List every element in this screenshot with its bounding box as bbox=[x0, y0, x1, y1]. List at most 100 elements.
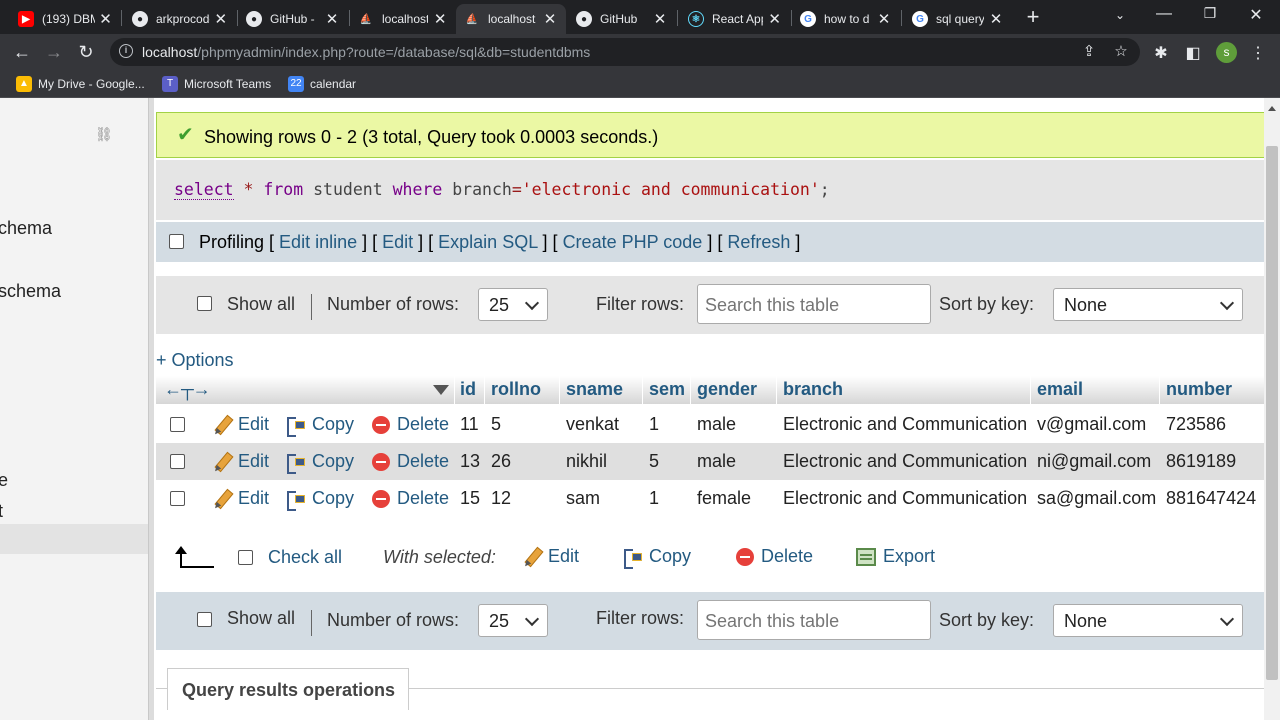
cell-sem[interactable]: 1 bbox=[649, 488, 659, 509]
cell-gender[interactable]: female bbox=[697, 488, 751, 509]
bookmark-my-drive[interactable]: ▲ My Drive - Google... bbox=[16, 76, 145, 92]
row-delete-button[interactable]: Delete bbox=[372, 414, 449, 435]
create-php-code-link[interactable]: Create PHP code bbox=[563, 232, 703, 252]
new-tab-button[interactable]: + bbox=[1022, 6, 1044, 28]
show-all-checkbox[interactable] bbox=[197, 612, 212, 627]
rows-select[interactable]: 25 bbox=[478, 604, 548, 637]
column-branch[interactable]: branch bbox=[783, 379, 843, 400]
column-gender[interactable]: gender bbox=[697, 379, 757, 400]
close-icon[interactable]: ✕ bbox=[99, 10, 112, 28]
bookmark-calendar[interactable]: 22 calendar bbox=[288, 76, 356, 92]
rows-select[interactable]: 25 bbox=[478, 288, 548, 321]
minimize-button[interactable]: — bbox=[1154, 5, 1174, 23]
tab-react-app[interactable]: ⚛ React App ✕ bbox=[680, 4, 790, 34]
reload-button[interactable]: ↻ bbox=[76, 42, 96, 62]
edit-inline-link[interactable]: Edit inline bbox=[279, 232, 357, 252]
show-all-label[interactable]: Show all bbox=[227, 608, 295, 629]
panel-resizer[interactable] bbox=[148, 98, 154, 720]
cell-sem[interactable]: 5 bbox=[649, 451, 659, 472]
close-icon[interactable]: ✕ bbox=[324, 10, 340, 28]
row-delete-button[interactable]: Delete bbox=[372, 451, 449, 472]
close-window-button[interactable]: ✕ bbox=[1246, 5, 1266, 25]
bookmark-star-icon[interactable]: ☆ bbox=[1112, 42, 1130, 60]
nav-item[interactable]: e bbox=[0, 470, 8, 491]
row-edit-button[interactable]: Edit bbox=[212, 451, 269, 472]
tab-google-sql-query[interactable]: G sql query ✕ bbox=[904, 4, 1012, 34]
check-all-checkbox[interactable] bbox=[238, 550, 253, 565]
column-number[interactable]: number bbox=[1166, 379, 1232, 400]
forward-button[interactable]: → bbox=[44, 42, 64, 62]
row-copy-button[interactable]: Copy bbox=[286, 488, 354, 511]
row-checkbox[interactable] bbox=[170, 491, 185, 506]
address-bar[interactable]: i localhost/phpmyadmin/index.php?route=/… bbox=[110, 38, 1140, 66]
cell-rollno[interactable]: 26 bbox=[491, 451, 511, 472]
tab-search-icon[interactable]: ⌄ bbox=[1110, 8, 1130, 22]
cell-id[interactable]: 13 bbox=[460, 451, 480, 472]
profiling-checkbox[interactable] bbox=[169, 234, 184, 249]
show-all-label[interactable]: Show all bbox=[227, 294, 295, 315]
sort-select[interactable]: None bbox=[1053, 288, 1243, 321]
show-all-checkbox[interactable] bbox=[197, 296, 212, 311]
row-edit-button[interactable]: Edit bbox=[212, 414, 269, 435]
options-link[interactable]: + Options bbox=[156, 350, 234, 371]
tab-youtube[interactable]: ▶ (193) DBMS ✕ bbox=[10, 4, 120, 34]
row-edit-button[interactable]: Edit bbox=[212, 488, 269, 509]
tab-google-how-to[interactable]: G how to d ✕ bbox=[792, 4, 900, 34]
cell-rollno[interactable]: 5 bbox=[491, 414, 501, 435]
cell-email[interactable]: ni@gmail.com bbox=[1037, 451, 1151, 472]
scroll-up-icon[interactable] bbox=[1268, 106, 1276, 111]
cell-email[interactable]: v@gmail.com bbox=[1037, 414, 1146, 435]
sort-dropdown-icon[interactable] bbox=[433, 385, 449, 395]
restore-button[interactable]: ❐ bbox=[1200, 5, 1220, 22]
cell-number[interactable]: 881647424 bbox=[1166, 488, 1256, 509]
close-icon[interactable]: ✕ bbox=[988, 10, 1004, 28]
column-sname[interactable]: sname bbox=[566, 379, 623, 400]
nav-item[interactable]: schema bbox=[0, 281, 61, 302]
cell-rollno[interactable]: 12 bbox=[491, 488, 511, 509]
row-checkbox[interactable] bbox=[170, 417, 185, 432]
cell-gender[interactable]: male bbox=[697, 451, 736, 472]
url-text[interactable]: localhost/phpmyadmin/index.php?route=/da… bbox=[142, 44, 590, 60]
cell-sname[interactable]: nikhil bbox=[566, 451, 607, 472]
close-icon[interactable]: ✕ bbox=[876, 10, 892, 28]
close-icon[interactable]: ✕ bbox=[652, 10, 668, 28]
tab-github-2[interactable]: ● GitHub ✕ bbox=[568, 4, 676, 34]
close-icon[interactable]: ✕ bbox=[767, 10, 782, 28]
row-checkbox[interactable] bbox=[170, 454, 185, 469]
column-sem[interactable]: sem bbox=[649, 379, 685, 400]
side-panel-icon[interactable]: ◧ bbox=[1183, 43, 1203, 63]
row-copy-button[interactable]: Copy bbox=[286, 414, 354, 437]
column-arrows-icon[interactable]: ←┬→ bbox=[164, 379, 211, 400]
cell-branch[interactable]: Electronic and Communication bbox=[783, 414, 1027, 435]
row-delete-button[interactable]: Delete bbox=[372, 488, 449, 509]
share-icon[interactable]: ⇪ bbox=[1080, 42, 1098, 60]
nav-item[interactable]: chema bbox=[0, 218, 52, 239]
page-scrollbar[interactable] bbox=[1264, 98, 1280, 720]
column-id[interactable]: id bbox=[460, 379, 476, 400]
row-copy-button[interactable]: Copy bbox=[286, 451, 354, 474]
close-icon[interactable]: ✕ bbox=[432, 10, 448, 28]
nav-item[interactable]: t bbox=[0, 501, 3, 522]
link-icon[interactable]: ⛓ bbox=[95, 126, 115, 142]
cell-gender[interactable]: male bbox=[697, 414, 736, 435]
tab-localhost[interactable]: ⛵ localhost ✕ bbox=[350, 4, 456, 34]
nav-item-selected[interactable] bbox=[0, 524, 148, 554]
filter-input[interactable]: Search this table bbox=[697, 284, 931, 324]
tab-github-arkprocode[interactable]: ● arkprocode ✕ bbox=[124, 4, 236, 34]
tab-github[interactable]: ● GitHub - ✕ bbox=[238, 4, 348, 34]
profile-avatar[interactable]: s bbox=[1216, 42, 1237, 63]
tab-localhost-active[interactable]: ⛵ localhost ✕ bbox=[456, 4, 566, 34]
cell-id[interactable]: 15 bbox=[460, 488, 480, 509]
extensions-icon[interactable]: ✱ bbox=[1151, 43, 1171, 63]
info-icon[interactable]: i bbox=[119, 44, 133, 58]
bulk-copy-button[interactable]: Copy bbox=[623, 546, 691, 569]
scrollbar-thumb[interactable] bbox=[1266, 146, 1278, 680]
cell-sname[interactable]: venkat bbox=[566, 414, 619, 435]
bulk-export-button[interactable]: Export bbox=[856, 546, 935, 567]
cell-sem[interactable]: 1 bbox=[649, 414, 659, 435]
cell-email[interactable]: sa@gmail.com bbox=[1037, 488, 1156, 509]
sort-select[interactable]: None bbox=[1053, 604, 1243, 637]
back-button[interactable]: ← bbox=[12, 42, 32, 62]
bookmark-microsoft-teams[interactable]: T Microsoft Teams bbox=[162, 76, 271, 92]
cell-id[interactable]: 11 bbox=[460, 414, 479, 435]
